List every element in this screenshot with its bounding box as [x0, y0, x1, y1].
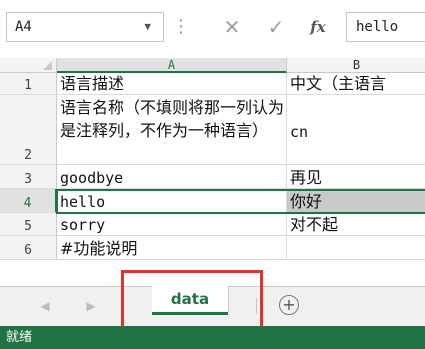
tab-edge — [228, 286, 229, 312]
vertical-ellipsis-icon[interactable]: ⋮ — [171, 12, 191, 42]
sheet-tab-data[interactable]: data — [152, 286, 229, 315]
select-all-triangle-icon — [43, 61, 52, 70]
row-header-6[interactable]: 6 — [0, 236, 57, 260]
cell-a5[interactable]: sorry — [57, 213, 287, 236]
row-header-4[interactable]: 4 — [0, 189, 57, 213]
formula-input[interactable]: hello — [346, 12, 425, 42]
row-header-1[interactable]: 1 — [0, 73, 57, 95]
status-text: 就绪 — [6, 330, 33, 345]
cell-b6[interactable] — [287, 236, 425, 260]
function-fx-icon[interactable]: fx — [304, 12, 332, 42]
spreadsheet-grid: A B 1 语言描述 中文（主语言 2 语言名称（不填则将那一列认为是注释列，不… — [0, 50, 425, 286]
sheet-tab-label: data — [170, 290, 210, 308]
select-all-corner[interactable] — [0, 58, 57, 73]
formula-bar: A4 ▼ ⋮ ✕ ✓ fx hello — [0, 0, 425, 50]
tab-divider — [256, 298, 257, 314]
cell-a6[interactable]: #功能说明 — [57, 236, 287, 260]
cell-b1[interactable]: 中文（主语言 — [287, 73, 425, 95]
checkmark-icon[interactable]: ✓ — [262, 12, 290, 42]
cell-a2[interactable]: 语言名称（不填则将那一列认为是注释列，不作为一种语言） — [57, 95, 287, 165]
cell-b2[interactable]: cn — [287, 95, 425, 165]
close-icon[interactable]: ✕ — [218, 12, 246, 42]
row-header-3[interactable]: 3 — [0, 165, 57, 189]
chevron-down-icon[interactable]: ▼ — [144, 13, 151, 41]
column-header-b[interactable]: B — [287, 58, 425, 73]
triangle-right-icon[interactable]: ▶ — [83, 297, 99, 315]
cell-b5[interactable]: 对不起 — [287, 213, 425, 236]
name-box-value: A4 — [15, 19, 32, 35]
cell-b3[interactable]: 再见 — [287, 165, 425, 189]
plus-circle-icon[interactable]: + — [279, 295, 299, 315]
cell-b4[interactable]: 你好 — [287, 189, 425, 213]
row-header-2[interactable]: 2 — [0, 95, 57, 165]
status-bar: 就绪 — [0, 326, 425, 349]
sheet-tabs-bar: ◀ ▶ data + — [0, 286, 425, 326]
name-box[interactable]: A4 ▼ — [6, 12, 164, 42]
cell-a4[interactable]: hello — [57, 189, 287, 213]
column-header-a[interactable]: A — [57, 58, 287, 73]
row-header-5[interactable]: 5 — [0, 213, 57, 236]
cell-a3[interactable]: goodbye — [57, 165, 287, 189]
triangle-left-icon[interactable]: ◀ — [37, 297, 53, 315]
cell-a1[interactable]: 语言描述 — [57, 73, 287, 95]
